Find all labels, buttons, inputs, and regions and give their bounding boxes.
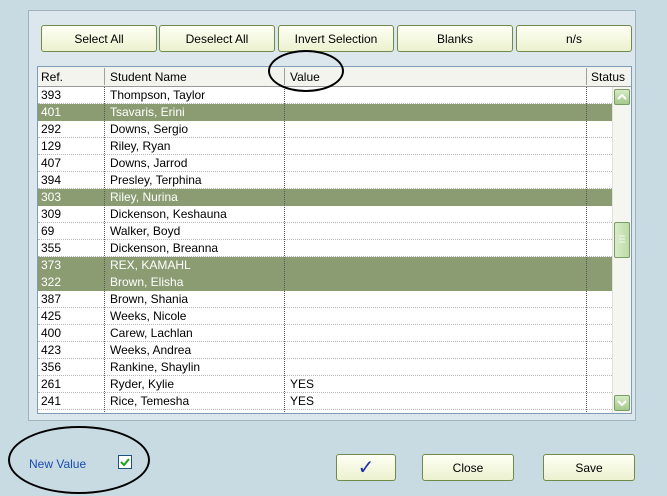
table-row[interactable]: 373 REX, KAMAHL [38, 257, 612, 274]
grid-header: Ref. Student Name Value Status [38, 67, 631, 87]
ref-cell: 407 [41, 156, 62, 170]
table-row[interactable]: 292 Downs, Sergio [38, 121, 612, 138]
ref-cell: 322 [41, 275, 62, 289]
col-header-ref[interactable]: Ref. [41, 70, 63, 84]
student-name-cell: Rice, Temesha [110, 394, 190, 408]
ref-cell: 241 [41, 394, 62, 408]
column-divider [104, 87, 105, 413]
chevron-down-icon [617, 400, 627, 407]
student-name-cell: Tsavaris, Erini [110, 105, 185, 119]
column-divider [284, 87, 285, 413]
ok-button[interactable]: ✓ [336, 454, 396, 481]
table-row[interactable]: 355 Dickenson, Breanna [38, 240, 612, 257]
ref-cell: 129 [41, 139, 62, 153]
close-button[interactable]: Close [422, 454, 514, 481]
new-value-checkbox[interactable] [118, 455, 132, 469]
ref-cell: 69 [41, 224, 55, 238]
ref-cell: 356 [41, 360, 62, 374]
student-name-cell: Riley, Nurina [110, 190, 178, 204]
table-row[interactable]: 146 Ryder, Kasey YES [38, 410, 612, 413]
ref-cell: 393 [41, 88, 62, 102]
table-row[interactable]: 261 Ryder, Kylie YES [38, 376, 612, 393]
ref-cell: 400 [41, 326, 62, 340]
checkmark-icon: ✓ [357, 457, 375, 479]
column-divider [586, 87, 587, 413]
value-cell: YES [290, 377, 315, 391]
ref-cell: 303 [41, 190, 62, 204]
student-name-cell: Brown, Shania [110, 292, 189, 306]
ref-cell: 373 [41, 258, 62, 272]
select-all-button[interactable]: Select All [41, 25, 157, 52]
scroll-thumb[interactable] [614, 222, 630, 258]
table-row[interactable]: 129 Riley, Ryan [38, 138, 612, 155]
student-name-cell: Ryder, Kylie [110, 377, 175, 391]
value-cell: YES [290, 394, 315, 408]
student-name-cell: Downs, Sergio [110, 122, 189, 136]
table-row[interactable]: 241 Rice, Temesha YES [38, 393, 612, 410]
student-name-cell: Downs, Jarrod [110, 156, 188, 170]
ref-cell: 401 [41, 105, 62, 119]
table-row[interactable]: 393 Thompson, Taylor [38, 87, 612, 104]
student-name-cell: Weeks, Andrea [110, 343, 192, 357]
table-row[interactable]: 407 Downs, Jarrod [38, 155, 612, 172]
student-name-cell: REX, KAMAHL [110, 258, 191, 272]
ref-cell: 355 [41, 241, 62, 255]
table-row[interactable]: 322 Brown, Elisha [38, 274, 612, 291]
table-row[interactable]: 356 Rankine, Shaylin [38, 359, 612, 376]
save-button[interactable]: Save [543, 454, 635, 481]
student-name-cell: Dickenson, Keshauna [110, 207, 227, 221]
student-name-cell: Thompson, Taylor [110, 88, 206, 102]
scroll-down-button[interactable] [614, 395, 630, 411]
ref-cell: 394 [41, 173, 62, 187]
grip-icon [619, 235, 625, 243]
table-row[interactable]: 423 Weeks, Andrea [38, 342, 612, 359]
ref-cell: 261 [41, 377, 62, 391]
student-grid[interactable]: Ref. Student Name Value Status 393 Thomps… [37, 66, 632, 414]
table-row[interactable]: 425 Weeks, Nicole [38, 308, 612, 325]
student-name-cell: Rankine, Shaylin [110, 360, 201, 374]
grid-rows: 393 Thompson, Taylor 401 Tsavaris, Erini 292… [38, 87, 612, 413]
col-header-student-name[interactable]: Student Name [110, 70, 187, 84]
table-row[interactable]: 400 Carew, Lachlan [38, 325, 612, 342]
scroll-up-button[interactable] [614, 89, 630, 105]
student-name-cell: Brown, Elisha [110, 275, 184, 289]
table-row[interactable]: 309 Dickenson, Keshauna [38, 206, 612, 223]
table-row[interactable]: 401 Tsavaris, Erini [38, 104, 612, 121]
col-header-status[interactable]: Status [591, 70, 625, 84]
value-cell: YES [290, 411, 314, 413]
vertical-scrollbar[interactable] [612, 87, 631, 413]
blanks-button[interactable]: Blanks [397, 25, 513, 52]
ref-cell: 423 [41, 343, 62, 357]
table-row[interactable]: 303 Riley, Nurina [38, 189, 612, 206]
table-row[interactable]: 394 Presley, Terphina [38, 172, 612, 189]
student-name-cell: Weeks, Nicole [110, 309, 187, 323]
checkmark-icon [120, 458, 130, 467]
col-header-value[interactable]: Value [290, 70, 320, 84]
ref-cell: 146 [41, 411, 61, 413]
student-name-cell: Riley, Ryan [110, 139, 171, 153]
student-name-cell: Walker, Boyd [110, 224, 181, 238]
deselect-all-button[interactable]: Deselect All [159, 25, 275, 52]
table-row[interactable]: 387 Brown, Shania [38, 291, 612, 308]
student-name-cell: Presley, Terphina [110, 173, 202, 187]
ns-button[interactable]: n/s [516, 25, 632, 52]
student-name-cell: Carew, Lachlan [110, 326, 193, 340]
table-row[interactable]: 69 Walker, Boyd [38, 223, 612, 240]
student-name-cell: Ryder, Kasey [110, 411, 181, 413]
chevron-up-icon [617, 93, 627, 100]
ref-cell: 387 [41, 292, 62, 306]
invert-selection-button[interactable]: Invert Selection [278, 25, 394, 52]
student-name-cell: Dickenson, Breanna [110, 241, 219, 255]
ref-cell: 309 [41, 207, 62, 221]
ref-cell: 292 [41, 122, 62, 136]
new-value-label: New Value [29, 457, 87, 471]
ref-cell: 425 [41, 309, 62, 323]
